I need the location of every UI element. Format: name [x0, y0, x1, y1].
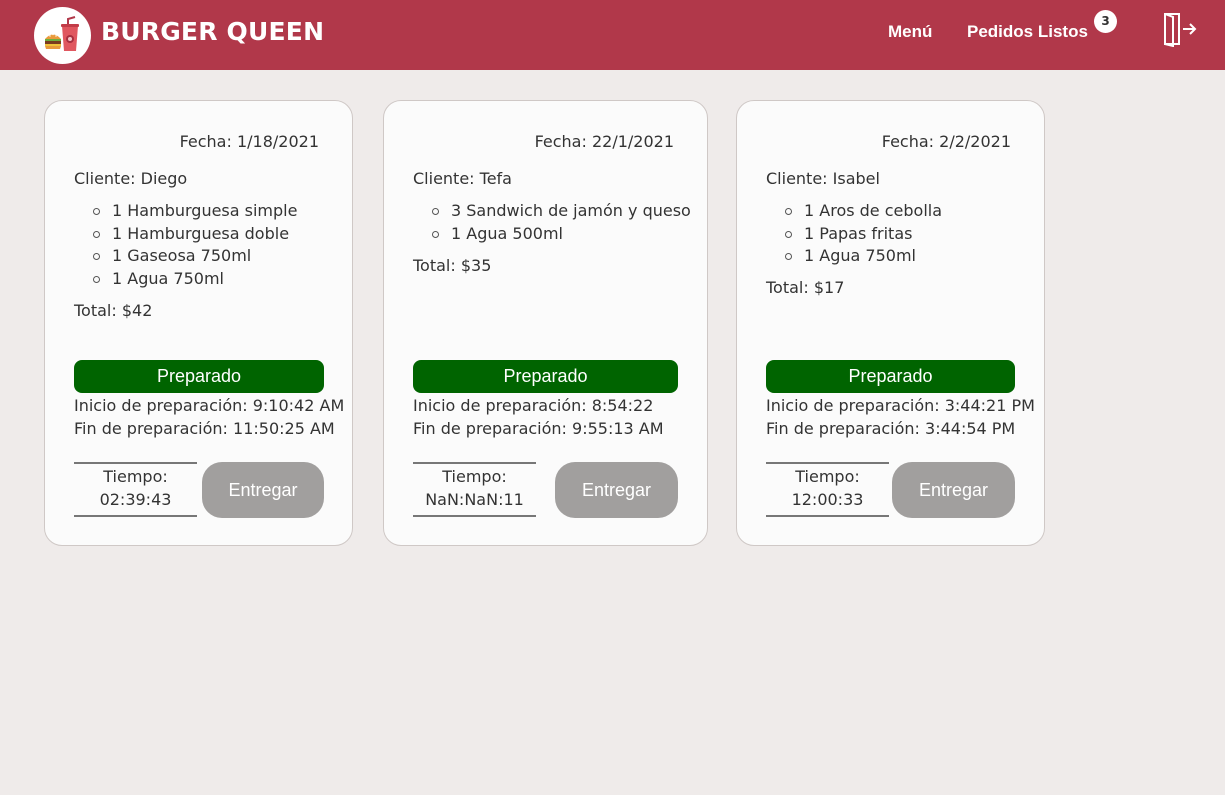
prep-start-time: Inicio de preparación: 9:10:42 AM — [74, 396, 345, 415]
top-navbar: BURGER QUEEN Menú Pedidos Listos 3 — [0, 0, 1225, 70]
timer-value: NaN:NaN:11 — [425, 490, 524, 509]
timer-value: 12:00:33 — [791, 490, 864, 509]
prep-end-time: Fin de preparación: 9:55:13 AM — [413, 419, 664, 438]
status-badge: Preparado — [413, 360, 678, 393]
logo[interactable] — [34, 7, 91, 64]
order-items-list: 1 Hamburguesa simple 1 Hamburguesa doble… — [74, 200, 297, 291]
brand-title: BURGER QUEEN — [101, 17, 325, 46]
prep-end-time: Fin de preparación: 3:44:54 PM — [766, 419, 1016, 438]
timer-label: Tiempo: — [103, 467, 168, 486]
order-card: Fecha: 1/18/2021 Cliente: Diego 1 Hambur… — [44, 100, 353, 546]
elapsed-timer: Tiempo: NaN:NaN:11 — [413, 462, 536, 517]
order-card: Fecha: 22/1/2021 Cliente: Tefa 3 Sandwic… — [383, 100, 708, 546]
list-item: 1 Agua 500ml — [413, 223, 691, 246]
prep-start-time: Inicio de preparación: 8:54:22 — [413, 396, 654, 415]
timer-label: Tiempo: — [442, 467, 507, 486]
list-item: 3 Sandwich de jamón y queso — [413, 200, 691, 223]
nav-menu-link[interactable]: Menú — [888, 22, 932, 42]
prep-start-time: Inicio de preparación: 3:44:21 PM — [766, 396, 1035, 415]
ready-orders-count-badge: 3 — [1094, 10, 1117, 33]
logout-button[interactable] — [1161, 11, 1197, 51]
logout-door-icon — [1164, 13, 1197, 48]
order-total: Total: $35 — [413, 256, 492, 275]
order-total: Total: $42 — [74, 301, 153, 320]
list-item: 1 Agua 750ml — [74, 268, 297, 291]
order-date: Fecha: 2/2/2021 — [881, 132, 1011, 151]
list-item: 1 Hamburguesa doble — [74, 223, 297, 246]
order-items-list: 1 Aros de cebolla 1 Papas fritas 1 Agua … — [766, 200, 942, 268]
timer-value: 02:39:43 — [99, 490, 172, 509]
order-client: Cliente: Isabel — [766, 169, 880, 188]
list-item: 1 Agua 750ml — [766, 245, 942, 268]
timer-label: Tiempo: — [795, 467, 860, 486]
status-badge: Preparado — [74, 360, 324, 393]
prep-end-time: Fin de preparación: 11:50:25 AM — [74, 419, 335, 438]
elapsed-timer: Tiempo: 12:00:33 — [766, 462, 889, 517]
deliver-button[interactable]: Entregar — [555, 462, 678, 518]
order-items-list: 3 Sandwich de jamón y queso 1 Agua 500ml — [413, 200, 691, 245]
list-item: 1 Gaseosa 750ml — [74, 245, 297, 268]
order-client: Cliente: Tefa — [413, 169, 512, 188]
list-item: 1 Papas fritas — [766, 223, 942, 246]
order-client: Cliente: Diego — [74, 169, 188, 188]
status-badge: Preparado — [766, 360, 1015, 393]
list-item: 1 Hamburguesa simple — [74, 200, 297, 223]
order-date: Fecha: 1/18/2021 — [179, 132, 319, 151]
order-card: Fecha: 2/2/2021 Cliente: Isabel 1 Aros d… — [736, 100, 1045, 546]
nav-ready-orders-link[interactable]: Pedidos Listos — [967, 22, 1088, 42]
deliver-button[interactable]: Entregar — [202, 462, 324, 518]
elapsed-timer: Tiempo: 02:39:43 — [74, 462, 197, 517]
burger-drink-logo-icon — [45, 16, 79, 51]
order-date: Fecha: 22/1/2021 — [534, 132, 674, 151]
order-total: Total: $17 — [766, 278, 845, 297]
list-item: 1 Aros de cebolla — [766, 200, 942, 223]
deliver-button[interactable]: Entregar — [892, 462, 1015, 518]
